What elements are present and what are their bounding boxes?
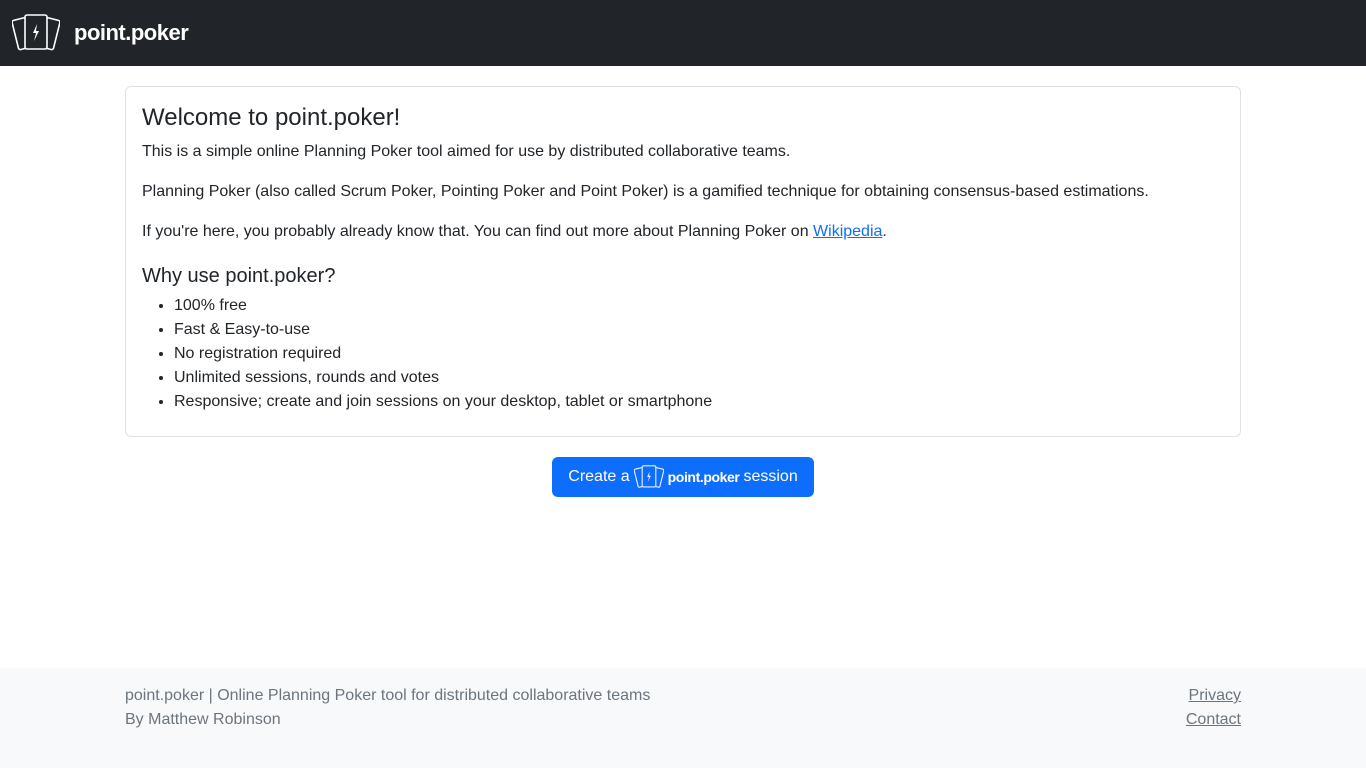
intro-paragraph-3: If you're here, you probably already kno… bbox=[142, 220, 1224, 244]
footer-links: Privacy Contact bbox=[1186, 684, 1241, 732]
feature-item: Unlimited sessions, rounds and votes bbox=[174, 366, 1224, 390]
intro-paragraph-3-text: If you're here, you probably already kno… bbox=[142, 223, 814, 240]
feature-item: No registration required bbox=[174, 342, 1224, 366]
brand-text: point.poker bbox=[74, 20, 189, 45]
feature-item: 100% free bbox=[174, 294, 1224, 318]
navbar: point.poker bbox=[0, 0, 1366, 66]
create-session-button[interactable]: Create a point.poker session bbox=[552, 457, 814, 497]
why-title: Why use point.poker? bbox=[142, 265, 336, 287]
cards-logo-icon bbox=[633, 465, 664, 488]
contact-link[interactable]: Contact bbox=[1186, 708, 1241, 732]
intro-paragraph-3-end: . bbox=[882, 223, 887, 240]
feature-item: Fast & Easy-to-use bbox=[174, 318, 1224, 342]
feature-list: 100% free Fast & Easy-to-use No registra… bbox=[142, 294, 1224, 414]
intro-paragraph-2: Planning Poker (also called Scrum Poker,… bbox=[142, 183, 1149, 200]
create-button-prefix: Create a bbox=[568, 468, 630, 485]
create-button-suffix: session bbox=[743, 468, 798, 485]
create-button-brand: point.poker bbox=[667, 469, 740, 485]
footer-tagline: point.poker | Online Planning Poker tool… bbox=[125, 687, 651, 704]
footer-author: By Matthew Robinson bbox=[125, 711, 281, 728]
feature-item: Responsive; create and join sessions on … bbox=[174, 390, 1224, 414]
privacy-link[interactable]: Privacy bbox=[1186, 684, 1241, 708]
wikipedia-link[interactable]: Wikipedia bbox=[813, 223, 882, 240]
brand-link[interactable]: point.poker bbox=[12, 12, 189, 54]
footer-info: point.poker | Online Planning Poker tool… bbox=[125, 684, 650, 732]
welcome-card: Welcome to point.poker! This is a simple… bbox=[125, 86, 1241, 437]
cards-logo-icon bbox=[12, 14, 60, 51]
intro-paragraph-1: This is a simple online Planning Poker t… bbox=[142, 143, 791, 160]
footer: point.poker | Online Planning Poker tool… bbox=[0, 668, 1366, 768]
welcome-title: Welcome to point.poker! bbox=[142, 104, 401, 131]
